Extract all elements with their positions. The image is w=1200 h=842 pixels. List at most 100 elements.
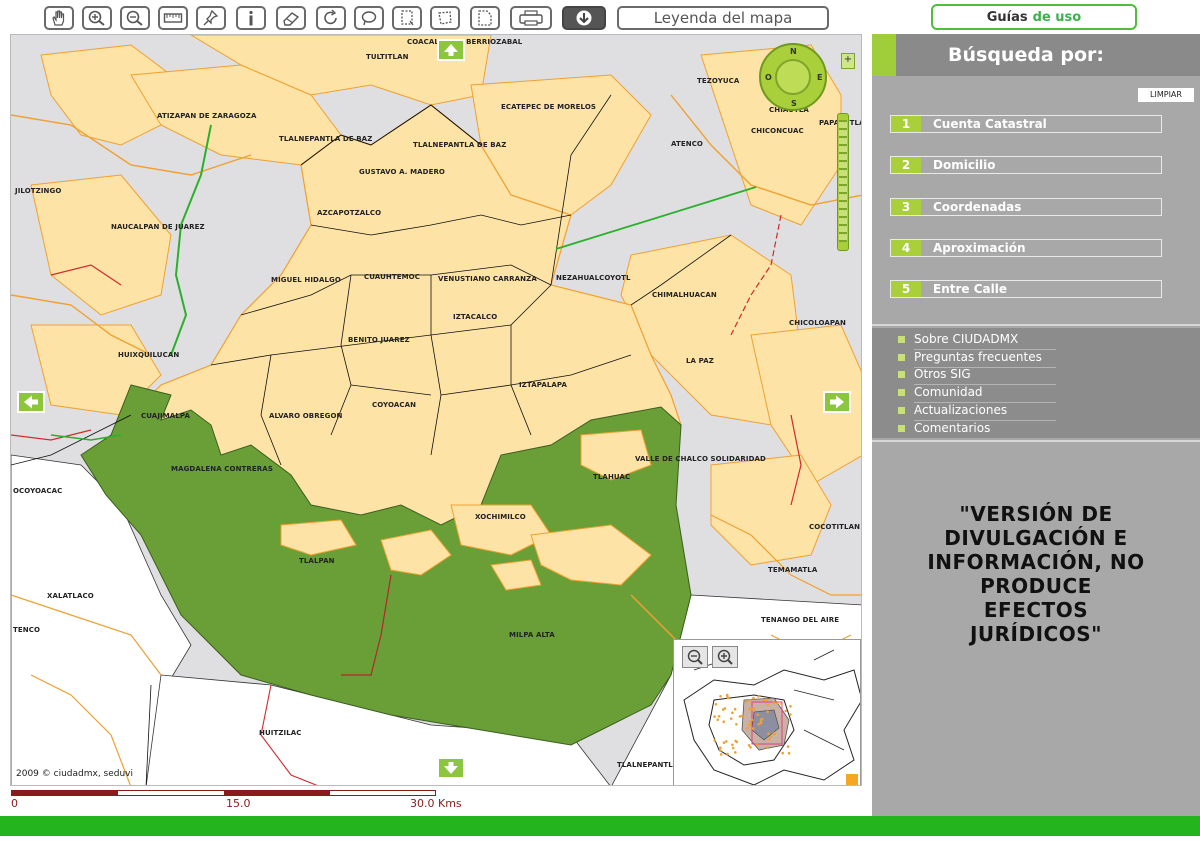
map-label: CUAUHTEMOC (364, 273, 420, 281)
link-label: Actualizaciones (914, 403, 1008, 417)
map-label: TLALNEPANTLA DE BAZ (413, 141, 507, 149)
overview-dot (719, 753, 723, 756)
compass-center[interactable] (775, 59, 811, 95)
clear-button[interactable]: LIMPIAR (1138, 88, 1194, 102)
map-label: CHIMALHUACAN (652, 291, 717, 299)
map-label: TENANGO DEL AIRE (761, 616, 840, 624)
search-option-coordinates[interactable]: 3 Coordenadas (890, 198, 1162, 216)
lasso-tool[interactable] (354, 6, 384, 30)
zoom-out-tool[interactable] (120, 6, 150, 30)
compass-control[interactable]: N S O E (759, 43, 827, 111)
overview-dot (789, 713, 792, 716)
select-area-icon (478, 10, 492, 26)
ruler-icon (163, 13, 183, 23)
compass-east[interactable]: E (817, 73, 822, 82)
link-other-gis[interactable]: Otros SIG (898, 367, 1056, 385)
footer-bar (0, 816, 1200, 836)
legal-disclaimer: "VERSIÓN DE DIVULGACIÓN E INFORMACIÓN, N… (872, 502, 1200, 646)
map-canvas[interactable]: COACALCO DE BERRIOZABAL TULTITLAN TEZOYU… (10, 34, 862, 786)
map-label: TLALPAN (299, 557, 335, 565)
overview-dot (756, 713, 760, 717)
download-tool[interactable] (562, 6, 606, 30)
link-about[interactable]: Sobre CIUDADMX (898, 332, 1056, 350)
map-label: HUITZILAC (259, 729, 302, 737)
overview-dot (722, 741, 726, 744)
pan-east-button[interactable] (823, 391, 851, 413)
overview-dot (733, 707, 737, 711)
link-community[interactable]: Comunidad (898, 385, 1056, 403)
overview-dot (787, 751, 791, 755)
link-updates[interactable]: Actualizaciones (898, 403, 1056, 421)
map-label: ALVARO OBREGON (269, 412, 343, 420)
zoom-plus-button[interactable]: + (841, 53, 855, 69)
print-tool[interactable] (510, 6, 552, 30)
overview-dot (748, 699, 752, 702)
overview-dot (725, 693, 729, 697)
compass-south[interactable]: S (791, 99, 797, 108)
map-label: TEMAMATLA (768, 566, 818, 574)
search-option-address[interactable]: 2 Domicilio (890, 156, 1162, 174)
compass-west[interactable]: O (765, 73, 772, 82)
erase-tool[interactable] (276, 6, 306, 30)
panel-header: Búsqueda por: (872, 34, 1200, 76)
zoom-in-tool[interactable] (82, 6, 112, 30)
map-label: OCOYOACAC (13, 487, 63, 495)
compass-north[interactable]: N (790, 47, 797, 56)
usage-guides-button[interactable]: Guías de uso (931, 4, 1137, 30)
overview-zoom-in-button[interactable] (712, 646, 738, 668)
overview-resize-handle[interactable] (846, 774, 858, 785)
guides-label-b: de uso (1032, 9, 1082, 25)
map-label: CHICOLOAPAN (789, 319, 846, 327)
overview-dot (716, 718, 720, 721)
map-label: TLALNEPANTLA DE BAZ (279, 135, 373, 143)
map-label: HUIXQUILUCAN (118, 351, 180, 359)
select-area-tool[interactable] (470, 6, 500, 30)
info-tool[interactable] (236, 6, 266, 30)
zoom-slider[interactable] (837, 113, 849, 251)
search-option-approximation[interactable]: 4 Aproximación (890, 239, 1162, 257)
search-option-cadastral[interactable]: 1 Cuenta Catastral (890, 115, 1162, 133)
map-label: NEZAHUALCOYOTL (556, 274, 631, 282)
overview-dot (757, 695, 760, 698)
overview-map[interactable] (673, 639, 861, 785)
overview-dot (717, 715, 721, 718)
map-label: TENCO (13, 626, 41, 634)
overview-dot (750, 718, 754, 722)
option-label: Entre Calle (933, 282, 1007, 296)
select-poly-tool[interactable] (430, 6, 460, 30)
overview-dot (750, 707, 753, 711)
overview-dot (719, 746, 722, 749)
link-faq[interactable]: Preguntas frecuentes (898, 350, 1056, 368)
pan-west-button[interactable] (17, 391, 45, 413)
option-label: Aproximación (933, 241, 1026, 255)
measure-tool[interactable] (158, 6, 188, 30)
pin-tool[interactable] (196, 6, 226, 30)
overview-dot (772, 732, 776, 735)
overview-dot (719, 695, 722, 698)
pan-south-button[interactable] (437, 757, 465, 779)
disclaimer-line: JURÍDICOS" (969, 622, 1103, 646)
overview-zoom-out-button[interactable] (682, 646, 708, 668)
scale-segment (12, 791, 118, 795)
map-label: IZTACALCO (453, 313, 498, 321)
zoom-slider-track[interactable] (839, 120, 847, 242)
pan-tool[interactable] (44, 6, 74, 30)
link-comments[interactable]: Comentarios (898, 421, 990, 435)
overview-dot (769, 735, 772, 739)
pan-north-button[interactable] (437, 39, 465, 61)
map-label: ATIZAPAN DE ZARAGOZA (157, 112, 257, 120)
link-label: Comentarios (914, 421, 991, 435)
search-option-between-streets[interactable]: 5 Entre Calle (890, 280, 1162, 298)
overview-dot (780, 702, 783, 705)
select-rect-tool[interactable] (392, 6, 422, 30)
legend-button[interactable]: Leyenda del mapa (617, 6, 829, 30)
overview-dot (726, 752, 729, 756)
bullet (898, 406, 905, 414)
eraser-icon (283, 12, 300, 26)
map-label: NAUCALPAN DE JUAREZ (111, 223, 205, 231)
overview-dot (772, 701, 775, 705)
option-label: Coordenadas (933, 200, 1022, 214)
refresh-tool[interactable] (316, 6, 346, 30)
map-label: MAGDALENA CONTRERAS (171, 465, 273, 473)
overview-dot (731, 743, 734, 747)
